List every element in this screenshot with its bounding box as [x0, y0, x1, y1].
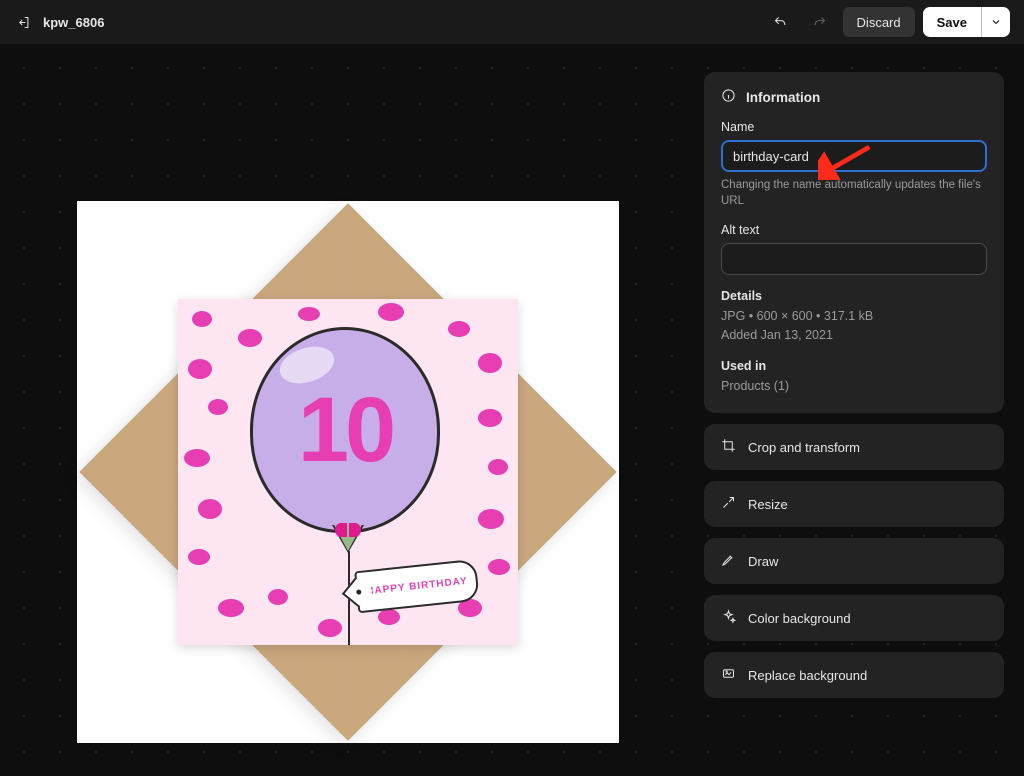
resize-label: Resize: [748, 497, 788, 512]
details-label: Details: [721, 289, 987, 303]
app-header: kpw_6806 Discard Save: [0, 0, 1024, 44]
color-background-label: Color background: [748, 611, 851, 626]
crop-transform-label: Crop and transform: [748, 440, 860, 455]
used-in-value[interactable]: Products (1): [721, 377, 987, 396]
added-line: Added Jan 13, 2021: [721, 326, 987, 345]
card-graphic: 10 HAPPY BIRTHDAY: [178, 299, 518, 645]
redo-button[interactable]: [804, 7, 835, 37]
name-label: Name: [721, 120, 987, 134]
save-button[interactable]: Save: [923, 7, 981, 37]
alt-text-input[interactable]: [721, 243, 987, 275]
name-help-text: Changing the name automatically updates …: [721, 178, 987, 209]
used-in-label: Used in: [721, 359, 987, 373]
draw-action[interactable]: Draw: [704, 538, 1004, 584]
replace-background-label: Replace background: [748, 668, 867, 683]
discard-button[interactable]: Discard: [843, 7, 915, 37]
file-title: kpw_6806: [43, 15, 104, 30]
sparkle-icon: [721, 609, 736, 627]
alt-text-label: Alt text: [721, 223, 987, 237]
save-menu-chevron[interactable]: [981, 7, 1010, 37]
replace-bg-icon: [721, 666, 736, 684]
crop-icon: [721, 438, 736, 456]
undo-button[interactable]: [765, 7, 796, 37]
balloon-number: 10: [253, 330, 437, 530]
information-heading: Information: [746, 90, 820, 105]
information-panel: Information Name Changing the name autom…: [704, 72, 1004, 413]
color-background-action[interactable]: Color background: [704, 595, 1004, 641]
name-input[interactable]: [721, 140, 987, 172]
resize-icon: [721, 495, 736, 513]
balloon-graphic: 10 HAPPY BIRTHDAY: [250, 327, 446, 555]
image-preview[interactable]: 10 HAPPY BIRTHDAY: [77, 201, 619, 743]
draw-label: Draw: [748, 554, 778, 569]
tag-text: HAPPY BIRTHDAY: [366, 575, 468, 597]
editor-canvas: 10 HAPPY BIRTHDAY: [20, 72, 676, 776]
info-icon: [721, 88, 736, 106]
editor-sidebar: Information Name Changing the name autom…: [704, 72, 1004, 776]
replace-background-action[interactable]: Replace background: [704, 652, 1004, 698]
resize-action[interactable]: Resize: [704, 481, 1004, 527]
draw-icon: [721, 552, 736, 570]
details-line: JPG • 600 × 600 • 317.1 kB: [721, 307, 987, 326]
crop-transform-action[interactable]: Crop and transform: [704, 424, 1004, 470]
exit-icon[interactable]: [14, 7, 33, 37]
